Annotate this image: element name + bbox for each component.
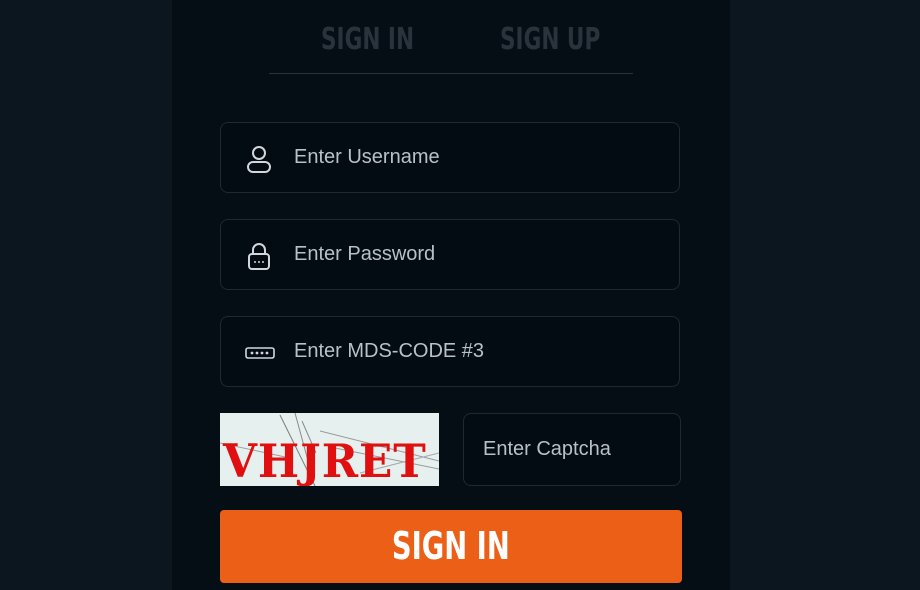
keypad-icon [245,339,275,367]
username-input[interactable] [294,123,664,192]
captcha-field[interactable] [463,413,681,486]
password-field[interactable] [220,219,680,290]
captcha-image: VHJRET [220,413,439,486]
tab-sign-up[interactable]: SIGN UP [500,20,600,60]
tab-sign-in[interactable]: SIGN IN [321,20,414,60]
mds-code-input[interactable] [294,317,664,386]
sign-in-button[interactable]: SIGN IN [220,510,682,583]
captcha-text: VHJRET [223,434,427,486]
auth-tabs: SIGN IN SIGN UP [269,0,633,74]
password-input[interactable] [294,220,664,289]
sign-in-button-label: SIGN IN [392,524,510,568]
user-icon [245,145,273,173]
mds-code-field[interactable] [220,316,680,387]
lock-icon [245,242,273,270]
username-field[interactable] [220,122,680,193]
captcha-input[interactable] [483,414,673,485]
login-panel [172,0,730,590]
